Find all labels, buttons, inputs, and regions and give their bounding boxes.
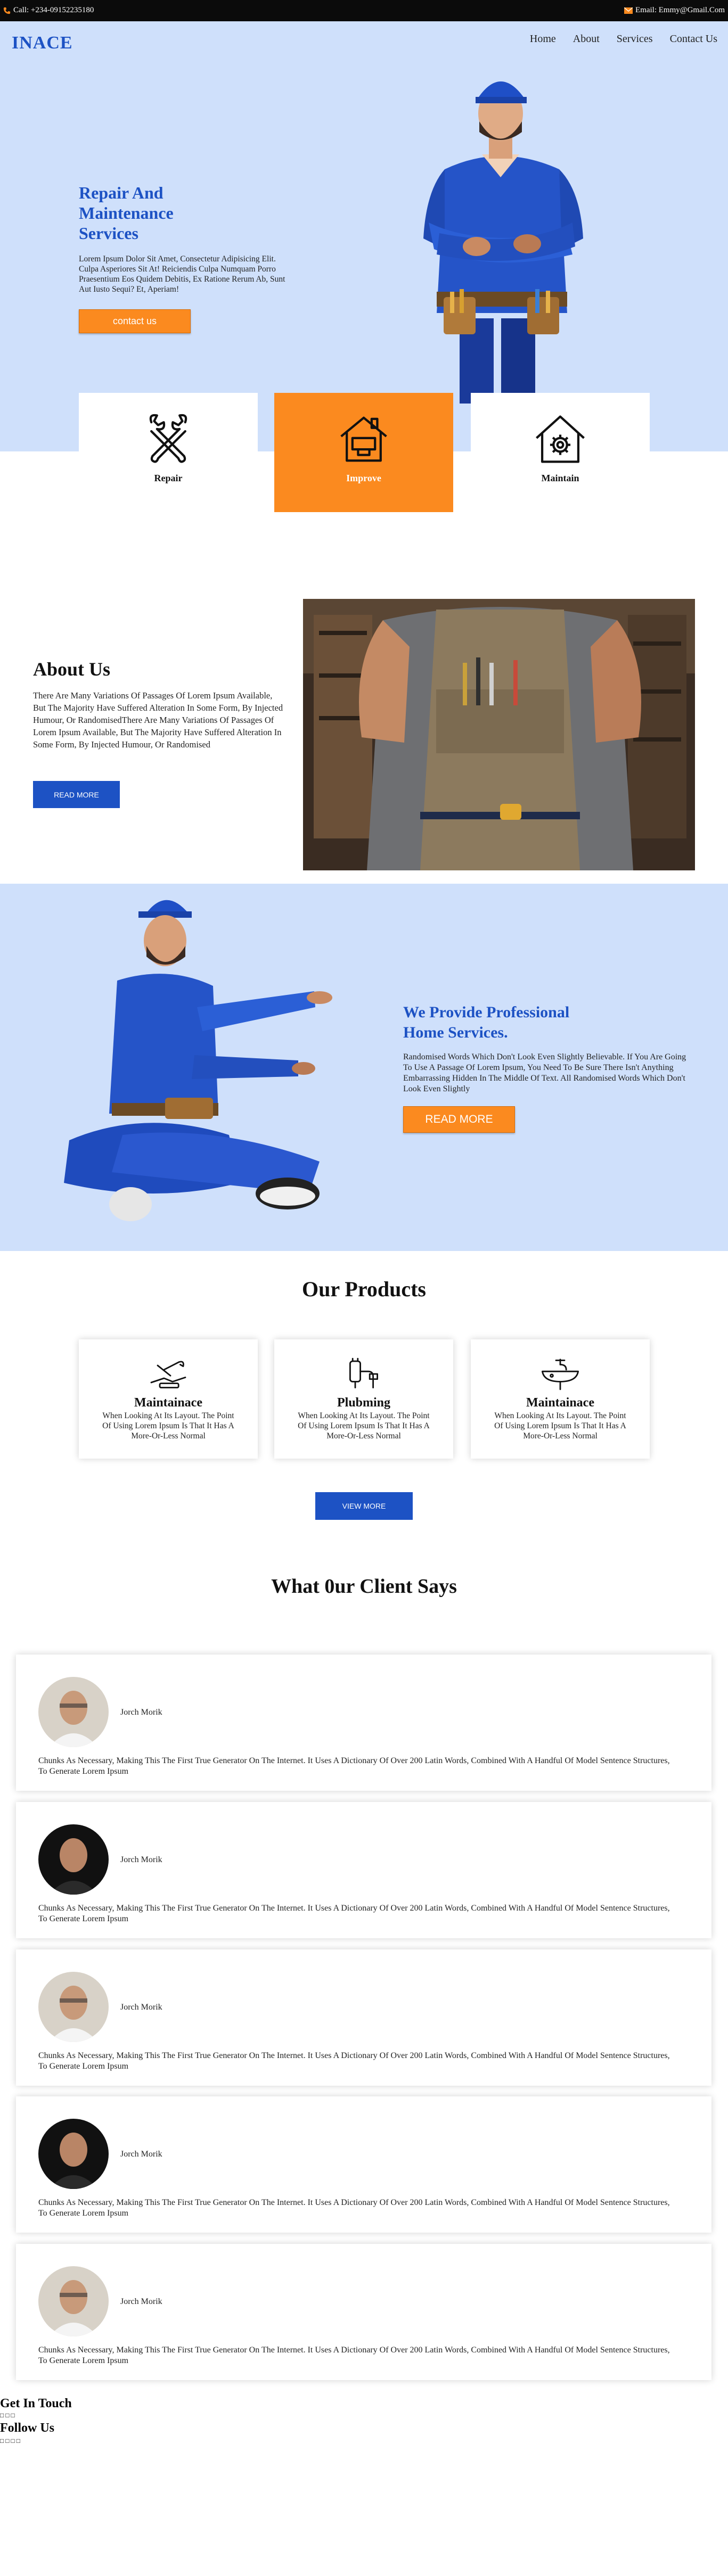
email-icon[interactable]: □ (5, 2412, 11, 2419)
feature-label-improve: Improve (346, 473, 381, 483)
testimonials-title: What 0ur Client Says (271, 1575, 457, 1598)
products-title: Our Products (302, 1277, 426, 1301)
client-quote: Chunks As Necessary, Making This The Fir… (38, 1756, 670, 1776)
nav-home[interactable]: Home (530, 33, 556, 45)
about-worker-image (303, 599, 695, 870)
testimonial-card: Jorch Morik Chunks As Necessary, Making … (16, 2244, 711, 2380)
phone-icon (3, 7, 11, 14)
feature-card-improve[interactable]: Improve (274, 393, 453, 512)
client-quote: Chunks As Necessary, Making This The Fir… (38, 1904, 670, 1923)
product-description: When Looking At Its Layout. The Point Of… (298, 1411, 430, 1441)
envelope-icon (624, 7, 633, 14)
product-title: Maintainace (134, 1396, 202, 1410)
nav-about[interactable]: About (573, 33, 600, 45)
view-more-button[interactable]: VIEW MORE (315, 1492, 413, 1520)
house-paint-icon (340, 416, 387, 462)
location-icon[interactable]: □ (11, 2412, 17, 2419)
house-gear-icon (536, 415, 585, 463)
top-contact-bar: Call: +234-09152235180 Email: Emmy@Gmail… (0, 0, 728, 21)
client-avatar (38, 2266, 109, 2336)
about-title: About Us (33, 659, 111, 680)
client-quote: Chunks As Necessary, Making This The Fir… (38, 2198, 670, 2218)
product-title: Plubming (337, 1396, 391, 1410)
client-avatar (38, 2119, 109, 2189)
about-description: There Are Many Variations Of Passages Of… (33, 690, 283, 750)
phone-text: Call: +234-09152235180 (13, 6, 94, 14)
hero-worker-image (423, 81, 583, 404)
testimonial-card: Jorch Morik Chunks As Necessary, Making … (16, 1655, 711, 1791)
testimonial-card: Jorch Morik Chunks As Necessary, Making … (16, 1802, 711, 1938)
product-card-maintainace[interactable]: Maintainace When Looking At Its Layout. … (79, 1339, 258, 1459)
instagram-icon[interactable]: □ (11, 2437, 17, 2445)
product-description: When Looking At Its Layout. The Point Of… (102, 1411, 234, 1441)
phone-icon[interactable]: □ (0, 2412, 5, 2419)
plumbing-icon (349, 1357, 378, 1388)
linkedin-icon[interactable]: □ (17, 2437, 22, 2445)
main-nav: Home About Services Contact Us (530, 33, 717, 45)
client-avatar (38, 1824, 109, 1895)
client-name: Jorch Morik (120, 2297, 162, 2306)
client-name: Jorch Morik (120, 1855, 162, 1864)
contact-us-button[interactable]: contact us (79, 309, 191, 333)
feature-card-repair[interactable]: Repair (79, 393, 258, 512)
client-name: Jorch Morik (120, 1708, 162, 1717)
client-name: Jorch Morik (120, 2150, 162, 2159)
facebook-icon[interactable]: □ (0, 2437, 5, 2445)
product-title: Maintainace (526, 1396, 594, 1410)
testimonial-card: Jorch Morik Chunks As Necessary, Making … (16, 1949, 711, 2086)
email-contact: Email: Emmy@Gmail.Com (624, 6, 725, 15)
social-icons: □□□□ (0, 2437, 22, 2445)
wrench-cross-icon (149, 414, 187, 463)
sink-icon (542, 1359, 579, 1390)
site-logo[interactable]: INACE (12, 33, 73, 53)
contact-icons: □□□ (0, 2412, 17, 2419)
tools-icon (150, 1361, 186, 1388)
feature-card-maintain[interactable]: Maintain (471, 393, 650, 512)
product-description: When Looking At Its Layout. The Point Of… (494, 1411, 626, 1441)
hero-title: Repair And Maintenance Services (79, 183, 174, 243)
hero-description: Lorem Ipsum Dolor Sit Amet, Consectetur … (79, 254, 285, 294)
about-read-more-button[interactable]: READ MORE (33, 781, 120, 808)
phone-contact: Call: +234-09152235180 (3, 6, 94, 15)
product-card-sink[interactable]: Maintainace When Looking At Its Layout. … (471, 1339, 650, 1459)
feature-label-repair: Repair (154, 473, 183, 483)
email-text: Email: Emmy@Gmail.Com (635, 6, 725, 14)
nav-services[interactable]: Services (617, 33, 653, 45)
nav-contact[interactable]: Contact Us (670, 33, 717, 45)
services-read-more-button[interactable]: READ MORE (403, 1106, 515, 1133)
client-avatar (38, 1677, 109, 1747)
client-quote: Chunks As Necessary, Making This The Fir… (38, 2051, 670, 2071)
client-quote: Chunks As Necessary, Making This The Fir… (38, 2345, 670, 2365)
services-description: Randomised Words Which Don't Look Even S… (403, 1052, 686, 1093)
twitter-icon[interactable]: □ (5, 2437, 11, 2445)
feature-label-maintain: Maintain (541, 473, 579, 483)
services-worker-image (64, 900, 332, 1221)
testimonial-card: Jorch Morik Chunks As Necessary, Making … (16, 2096, 711, 2233)
client-name: Jorch Morik (120, 2003, 162, 2012)
client-avatar (38, 1972, 109, 2042)
get-in-touch-heading: Get In Touch (0, 2397, 72, 2410)
follow-us-heading: Follow Us (0, 2421, 54, 2435)
product-card-plubming[interactable]: Plubming When Looking At Its Layout. The… (274, 1339, 453, 1459)
services-title: We Provide Professional Home Services. (403, 1003, 570, 1041)
